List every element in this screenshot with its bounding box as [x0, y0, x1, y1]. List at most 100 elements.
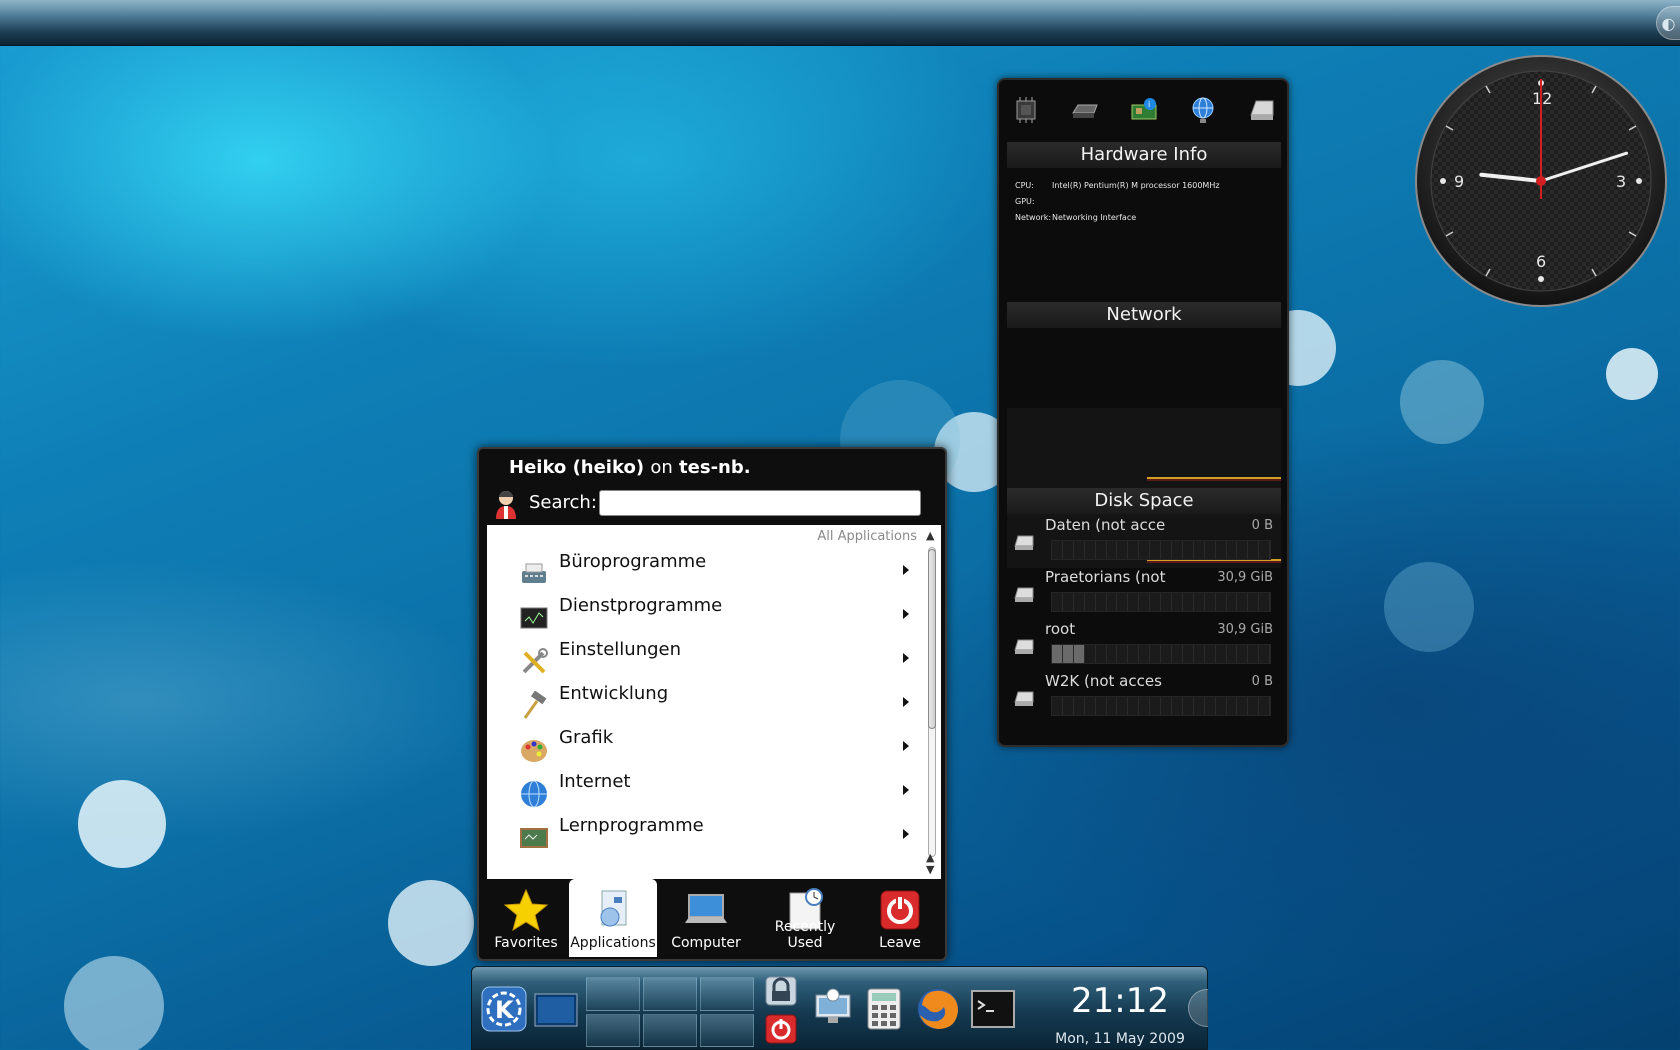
info-row-gpu: GPU:: [1015, 194, 1275, 210]
disk-bar-segment: [1062, 697, 1074, 715]
pager-desktop[interactable]: [700, 1013, 754, 1047]
kickoff-launcher: Heiko (heiko) on tes-nb. Search: All App…: [477, 447, 947, 961]
disk-bar-segment: [1193, 541, 1205, 559]
disk-bar-segment: [1106, 697, 1118, 715]
disk-size: 30,9 GiB: [1217, 570, 1273, 585]
network-monitor-icon[interactable]: [810, 985, 856, 1031]
menu-item-dienstprogramme[interactable]: Dienstprogramme: [487, 593, 917, 637]
terminal-icon: [520, 607, 548, 629]
disk-bar-segment: [1073, 593, 1085, 611]
calculator-icon[interactable]: [866, 987, 902, 1031]
cashew-icon[interactable]: ◐: [1656, 6, 1680, 40]
tab-recently-used[interactable]: Recently Used: [755, 879, 855, 957]
bottom-panel: K 21:12 Mon, 11 May 2009: [471, 966, 1208, 1050]
disk-bar-segment: [1237, 645, 1249, 663]
pager-desktop[interactable]: [700, 977, 754, 1011]
show-desktop-icon[interactable]: [534, 993, 578, 1027]
hard-disk-icon[interactable]: [1247, 95, 1277, 125]
user-on-word: on: [650, 457, 673, 478]
disk-row[interactable]: root 30,9 GiB: [1009, 620, 1281, 672]
clock-numeral-6: 6: [1536, 252, 1546, 271]
disk-bar-segment: [1237, 593, 1249, 611]
menu-item-label: Internet: [559, 771, 631, 792]
info-key: CPU:: [1015, 181, 1034, 190]
lock-screen-icon[interactable]: [764, 975, 798, 1007]
disk-name: W2K (not acces: [1045, 672, 1162, 690]
disk-row[interactable]: W2K (not acces 0 B: [1009, 672, 1281, 724]
disk-bar-segment: [1171, 697, 1183, 715]
disk-row[interactable]: Praetorians (not 30,9 GiB: [1009, 568, 1281, 620]
kde-menu-icon[interactable]: K: [480, 985, 528, 1033]
globe-icon[interactable]: [1188, 95, 1218, 125]
disk-bar-segment: [1128, 593, 1140, 611]
gpu-icon[interactable]: [1070, 95, 1100, 125]
pager-desktop[interactable]: [586, 1013, 640, 1047]
analog-clock-widget[interactable]: 12 3 6 9: [1414, 54, 1668, 308]
pager-desktop[interactable]: [643, 977, 697, 1011]
tab-computer[interactable]: Computer: [657, 879, 755, 957]
application-list: All Applications Büroprogramme Dienstpro…: [487, 525, 941, 879]
pager-desktop[interactable]: [643, 1013, 697, 1047]
menu-item-bueroprogramme[interactable]: Büroprogramme: [487, 549, 917, 593]
search-input[interactable]: [599, 490, 921, 516]
disk-bar-segment: [1193, 645, 1205, 663]
menu-item-lernprogramme[interactable]: Lernprogramme: [487, 813, 917, 857]
hammer-icon: [523, 691, 547, 719]
cashew-icon[interactable]: [1188, 989, 1208, 1027]
user-name: Heiko (heiko): [509, 457, 645, 478]
disk-bar-segment: [1084, 645, 1096, 663]
virtual-desktop-pager: [586, 977, 754, 1047]
applications-icon: [600, 890, 627, 927]
menu-item-grafik[interactable]: Grafik: [487, 725, 917, 769]
logout-icon[interactable]: [764, 1013, 798, 1045]
info-key: Network:: [1015, 213, 1052, 222]
user-avatar-icon: [496, 491, 516, 519]
menu-item-entwicklung[interactable]: Entwicklung: [487, 681, 917, 725]
chalkboard-icon: [520, 828, 548, 848]
menu-item-label: Büroprogramme: [559, 551, 707, 572]
clock-face: 12 3 6 9: [1415, 55, 1667, 307]
disk-name: root: [1045, 620, 1076, 638]
disk-bar-segment: [1237, 697, 1249, 715]
konsole-icon[interactable]: [970, 989, 1016, 1029]
disk-size: 30,9 GiB: [1217, 622, 1273, 637]
tab-leave[interactable]: Leave: [855, 879, 945, 957]
wallpaper-bokeh: [388, 880, 474, 966]
power-icon: [880, 890, 920, 930]
disk-bar-segment: [1182, 645, 1194, 663]
launcher-tabs: Favorites Applications Computer Recently…: [483, 879, 945, 957]
clock-numeral-3: 3: [1616, 172, 1626, 191]
disk-size: 0 B: [1251, 674, 1273, 689]
disk-bar-segment: [1095, 645, 1107, 663]
panel-clock-time[interactable]: 21:12: [1060, 981, 1180, 1021]
disk-bar-segment: [1052, 541, 1063, 559]
globe-icon: [521, 780, 547, 808]
menu-item-internet[interactable]: Internet: [487, 769, 917, 813]
disk-bar-segment: [1150, 645, 1162, 663]
svg-text:K: K: [495, 996, 515, 1024]
disk-bar-segment: [1139, 593, 1151, 611]
disk-bar-segment: [1139, 541, 1151, 559]
breadcrumb[interactable]: All Applications: [817, 529, 917, 544]
network-card-icon[interactable]: i: [1129, 95, 1159, 125]
scroll-up-icon[interactable]: ▲: [926, 529, 934, 542]
computer-icon: [685, 894, 727, 923]
firefox-icon[interactable]: [914, 985, 962, 1033]
disk-bar-segment: [1128, 541, 1140, 559]
pager-desktop[interactable]: [586, 977, 640, 1011]
list-scrollbar[interactable]: ▲ ▲ ▼: [925, 529, 939, 876]
cpu-icon[interactable]: [1011, 95, 1041, 125]
tab-favorites[interactable]: Favorites: [483, 879, 569, 957]
wallpaper-bokeh: [1384, 562, 1474, 652]
menu-item-einstellungen[interactable]: Einstellungen: [487, 637, 917, 681]
panel-clock-date[interactable]: Mon, 11 May 2009: [1040, 1031, 1200, 1047]
disk-row[interactable]: Daten (not acce 0 B: [1009, 516, 1281, 568]
tab-applications[interactable]: Applications: [569, 879, 657, 957]
disk-bar-segment: [1171, 645, 1183, 663]
disk-bar-segment: [1052, 697, 1063, 715]
disk-name: Daten (not acce: [1045, 516, 1166, 534]
menu-item-label: Einstellungen: [559, 639, 682, 660]
wallpaper-bokeh: [1606, 348, 1658, 400]
scroll-down-icon[interactable]: ▼: [926, 863, 934, 876]
scroll-thumb[interactable]: [928, 549, 936, 729]
